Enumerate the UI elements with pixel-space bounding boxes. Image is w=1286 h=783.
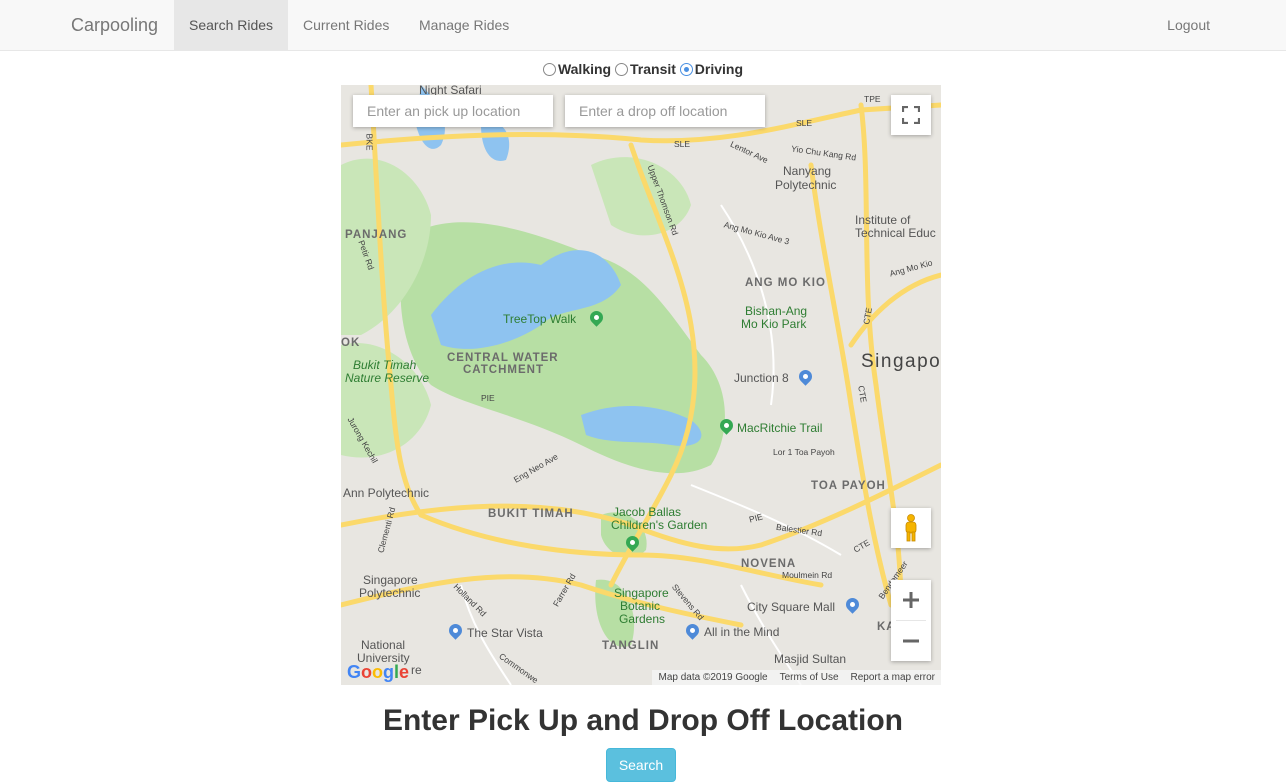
street-view-button[interactable] — [891, 508, 931, 548]
label-ok: OK — [341, 337, 361, 349]
label-all-in-mind: All in the Mind — [704, 625, 780, 639]
page-heading: Enter Pick Up and Drop Off Location — [382, 704, 904, 737]
driving-radio[interactable] — [679, 62, 693, 76]
label-cwc-1: CENTRAL WATER — [447, 352, 559, 364]
mode-walking[interactable]: Walking — [542, 61, 612, 77]
zoom-out-button[interactable] — [891, 621, 931, 661]
nav-search-rides[interactable]: Search Rides — [174, 0, 289, 50]
driving-label: Driving — [694, 61, 744, 77]
label-jacob-1: Jacob Ballas — [613, 505, 682, 519]
label-institute-2: Technical Educ — [855, 226, 936, 240]
label-masjid: Masjid Sultan — [774, 652, 847, 666]
walking-label: Walking — [557, 61, 612, 77]
zoom-controls — [891, 580, 931, 661]
label-treetop: TreeTop Walk — [503, 312, 577, 326]
label-sbg-2: Botanic — [620, 599, 661, 613]
brand-link[interactable]: Carpooling — [71, 15, 158, 36]
label-bukit-timah-nr-2: Nature Reserve — [345, 371, 430, 385]
map-attribution: Map data ©2019 Google Terms of Use Repor… — [652, 670, 941, 685]
transit-radio[interactable] — [615, 62, 628, 76]
label-ngee-ann: Ann Polytechnic — [343, 486, 430, 500]
pickup-location-input[interactable] — [353, 95, 553, 127]
label-tpe: TPE — [864, 94, 881, 104]
label-nus-3: re — [411, 663, 422, 677]
label-institute-1: Institute of — [855, 213, 911, 227]
label-sp-1: Singapore — [363, 573, 418, 587]
label-sbg-1: Singapore — [614, 586, 669, 600]
logout-link[interactable]: Logout — [1152, 0, 1225, 50]
nav-current-rides[interactable]: Current Rides — [288, 0, 404, 50]
zoom-in-button[interactable] — [891, 580, 931, 620]
label-singapore: Singapo — [861, 351, 941, 372]
terms-of-use-link[interactable]: Terms of Use — [780, 672, 839, 683]
label-tanglin: TANGLIN — [602, 640, 660, 652]
fullscreen-button[interactable] — [891, 95, 931, 135]
transit-label: Transit — [630, 61, 676, 77]
walking-radio[interactable] — [542, 62, 556, 76]
mode-driving[interactable]: Driving — [679, 61, 744, 77]
label-toa-payoh: TOA PAYOH — [811, 480, 886, 492]
mode-transit[interactable]: Transit — [615, 61, 676, 77]
map-data-text: Map data ©2019 Google — [658, 672, 768, 683]
navbar: Carpooling Search Rides Current Rides Ma… — [0, 0, 1286, 51]
label-star-vista: The Star Vista — [467, 626, 543, 640]
label-nus-1: National — [361, 638, 406, 652]
label-novena: NOVENA — [741, 558, 797, 570]
label-nanyang-2: Polytechnic — [775, 178, 837, 192]
label-bke: BKE — [364, 133, 375, 151]
label-bukit-timah: BUKIT TIMAH — [488, 508, 574, 520]
nav-manage-rides[interactable]: Manage Rides — [404, 0, 524, 50]
pegman-icon — [905, 514, 917, 542]
minus-icon — [903, 639, 919, 643]
label-ang-mo-kio: ANG MO KIO — [745, 277, 826, 289]
label-moulmein: Moulmein Rd — [782, 570, 833, 580]
map[interactable]: Night Safari SLE SLE TPE Lentor Ave Yio … — [341, 85, 941, 685]
label-bishan-2: Mo Kio Park — [741, 317, 807, 331]
label-city-square: City Square Mall — [747, 600, 836, 614]
label-cwc-2: CATCHMENT — [463, 364, 544, 376]
label-sbg-3: Gardens — [619, 612, 666, 626]
dropoff-location-input[interactable] — [565, 95, 765, 127]
label-panjang: PANJANG — [345, 229, 408, 241]
fullscreen-icon — [902, 106, 920, 124]
label-jacob-2: Children's Garden — [611, 518, 708, 532]
report-error-link[interactable]: Report a map error — [851, 672, 935, 683]
label-bishan-1: Bishan-Ang — [745, 304, 808, 318]
label-toa-payoh-rd: Lor 1 Toa Payoh — [773, 447, 835, 457]
label-sp-2: Polytechnic — [359, 586, 421, 600]
travel-mode-selector: Walking Transit Driving — [0, 61, 1286, 79]
label-bukit-timah-nr-1: Bukit Timah — [353, 358, 417, 372]
label-junction8: Junction 8 — [734, 371, 789, 385]
label-sle-2: SLE — [674, 139, 691, 149]
label-nanyang-1: Nanyang — [783, 164, 832, 178]
google-logo[interactable]: Google — [347, 662, 409, 683]
search-button[interactable]: Search — [606, 748, 676, 782]
label-pie-1: PIE — [481, 393, 495, 403]
label-sle-1: SLE — [796, 118, 813, 128]
reservoir-north-2 — [481, 122, 510, 161]
plus-icon — [903, 592, 919, 608]
label-macritchie: MacRitchie Trail — [737, 421, 823, 435]
